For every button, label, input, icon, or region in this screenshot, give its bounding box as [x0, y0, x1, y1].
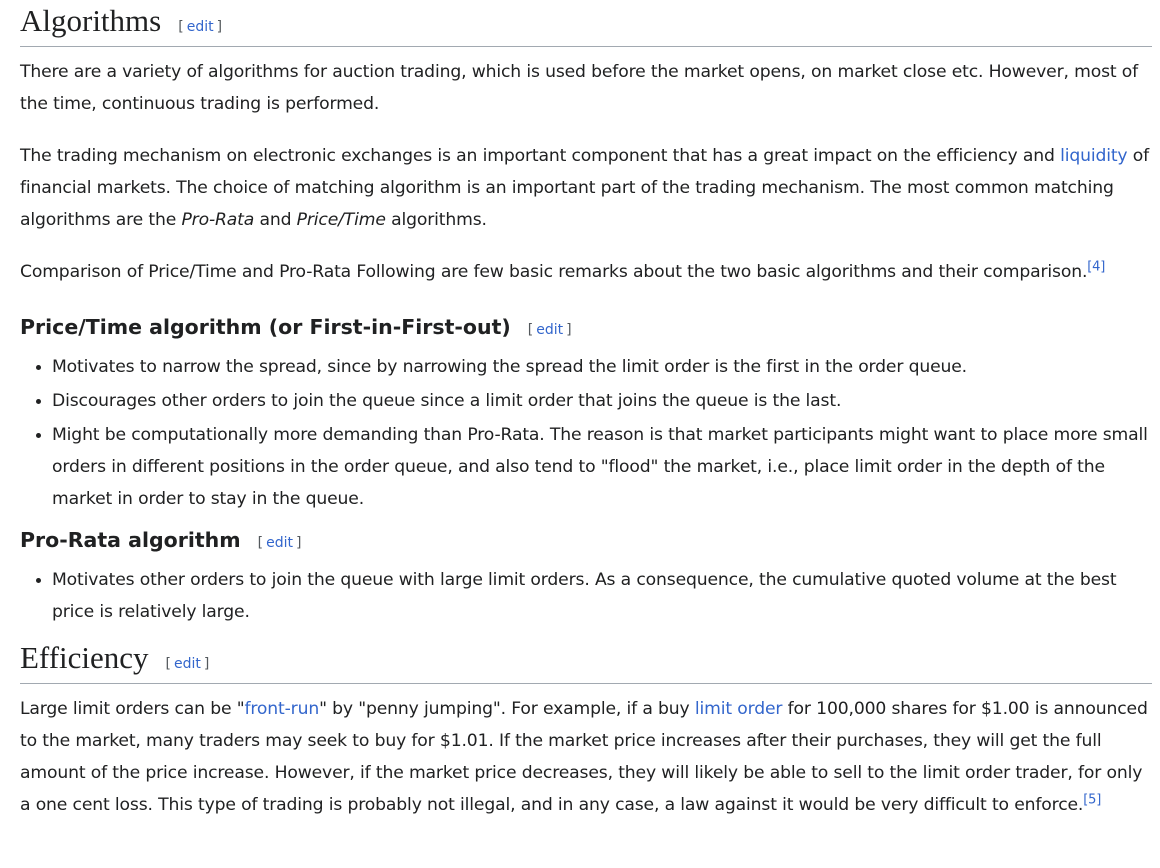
paragraph: There are a variety of algorithms for au… — [20, 62, 1139, 114]
reference-5-link[interactable]: [5] — [1083, 792, 1101, 807]
paragraph: Large limit orders can be "front-run" by… — [20, 699, 1148, 815]
subsection-title: Pro-Rata algorithm — [20, 528, 241, 552]
edit-price-time-link[interactable]: edit — [536, 322, 563, 338]
pro-rata-list: Motivates other orders to join the queue… — [20, 564, 1152, 628]
section-title: Algorithms — [20, 3, 162, 38]
price-time-emphasis: Price/Time — [296, 210, 386, 230]
section-title: Efficiency — [20, 640, 149, 675]
paragraph: Comparison of Price/Time and Pro-Rata Fo… — [20, 259, 1106, 282]
price-time-list: Motivates to narrow the spread, since by… — [20, 351, 1152, 515]
list-item: Motivates to narrow the spread, since by… — [36, 351, 1152, 383]
liquidity-link[interactable]: liquidity — [1060, 146, 1128, 166]
section-heading-algorithms: Algorithms [edit] — [20, 1, 1152, 47]
reference-4-link[interactable]: [4] — [1087, 259, 1105, 274]
section-heading-efficiency: Efficiency [edit] — [20, 638, 1152, 684]
edit-efficiency-link[interactable]: edit — [174, 656, 201, 672]
article-content: Algorithms [edit] There are a variety of… — [20, 0, 1152, 821]
front-run-link[interactable]: front-run — [244, 699, 319, 719]
list-item: Motivates other orders to join the queue… — [36, 564, 1152, 628]
edit-pro-rata-link[interactable]: edit — [266, 535, 293, 551]
subsection-heading-pro-rata: Pro-Rata algorithm [edit] — [20, 525, 1152, 558]
subsection-heading-price-time: Price/Time algorithm (or First-in-First-… — [20, 312, 1152, 345]
edit-section-link-wrapper: [edit] — [527, 322, 572, 338]
subsection-title: Price/Time algorithm (or First-in-First-… — [20, 315, 511, 339]
list-item: Might be computationally more demanding … — [36, 419, 1152, 515]
edit-algorithms-link[interactable]: edit — [187, 19, 214, 35]
limit-order-link[interactable]: limit order — [695, 699, 783, 719]
edit-section-link-wrapper: [edit] — [257, 535, 302, 551]
pro-rata-emphasis: Pro-Rata — [181, 210, 255, 230]
list-item: Discourages other orders to join the que… — [36, 385, 1152, 417]
edit-section-link-wrapper: [edit] — [165, 656, 210, 672]
edit-section-link-wrapper: [edit] — [178, 19, 223, 35]
paragraph: The trading mechanism on electronic exch… — [20, 146, 1150, 230]
